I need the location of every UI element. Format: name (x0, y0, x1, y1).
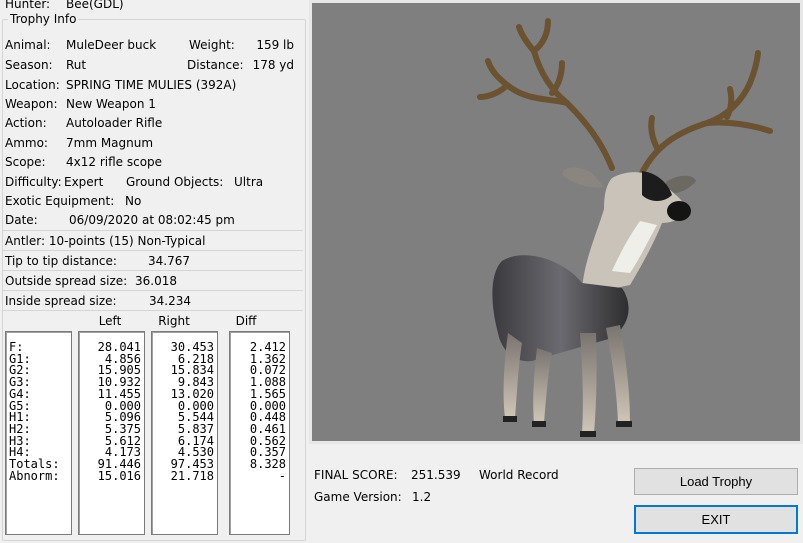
measurement-label: Abnorm: (9, 468, 60, 483)
left-column-header: Left (98, 314, 122, 328)
inside-spread-label: Inside spread size: (5, 294, 117, 308)
divider (3, 290, 303, 291)
season-value: Rut (66, 58, 87, 72)
right-column-header: Right (158, 314, 190, 328)
location-value: SPRING TIME MULIES (392A) (66, 78, 237, 92)
antler-points: Antler: 10-points (15) Non-Typical (5, 234, 206, 248)
ammo-label: Ammo: (5, 136, 48, 150)
trophy-info-title: Trophy Info (8, 12, 79, 26)
record-status: World Record (479, 468, 559, 482)
scope-value: 4x12 rifle scope (66, 155, 163, 169)
tip-to-tip-value: 34.767 (148, 254, 190, 268)
weight-value: 159 lb (256, 38, 294, 52)
action-label: Action: (5, 116, 47, 130)
season-label: Season: (5, 58, 53, 72)
scope-label: Scope: (5, 155, 46, 169)
divider (3, 250, 303, 251)
outside-spread-label: Outside spread size: (5, 274, 128, 288)
final-score-value: 251.539 (411, 468, 461, 482)
inside-spread-value: 34.234 (149, 294, 191, 308)
diff-column-header: Diff (235, 314, 257, 328)
location-label: Location: (5, 78, 60, 92)
ground-objects-label: Ground Objects: (126, 175, 224, 189)
left-value: 15.016 (97, 468, 141, 483)
difficulty-label: Difficulty: (5, 175, 62, 189)
hunter-label: Hunter: (5, 0, 51, 11)
exotic-value: No (125, 194, 142, 208)
measurement-labels-box: F: G1: G2: G3: G4: G5: H1: H2: H3: H4: T… (5, 331, 72, 535)
exotic-label: Exotic Equipment: (5, 194, 115, 208)
hunter-value: Bee(GDL) (66, 0, 124, 11)
divider (3, 270, 303, 271)
animal-label: Animal: (5, 38, 51, 52)
exit-button[interactable]: EXIT (634, 505, 798, 534)
load-trophy-button[interactable]: Load Trophy (634, 468, 798, 495)
weapon-value: New Weapon 1 (66, 97, 156, 111)
date-value: 06/09/2020 at 08:02:45 pm (69, 213, 235, 227)
right-value: 21.718 (170, 468, 214, 483)
ground-objects-value: Ultra (234, 175, 264, 189)
diff-value: - (278, 468, 286, 483)
left-values-box: 28.041 4.856 15.905 10.932 11.455 0.000 … (78, 331, 145, 535)
divider (3, 230, 303, 231)
outside-spread-value: 36.018 (135, 274, 177, 288)
final-score-label: FINAL SCORE: (314, 468, 398, 482)
game-version-label: Game Version: (314, 490, 402, 504)
animal-value: MuleDeer buck (66, 38, 157, 52)
right-values-box: 30.453 6.218 15.834 9.843 13.020 0.000 5… (151, 331, 218, 535)
diff-value: 8.328 (249, 457, 286, 472)
diff-values-box: 2.412 1.362 0.072 1.088 1.565 0.000 0.44… (229, 331, 290, 535)
distance-label: Distance: (187, 58, 244, 72)
distance-value: 178 yd (252, 58, 294, 72)
game-version-value: 1.2 (412, 490, 432, 504)
difficulty-value: Expert (64, 175, 104, 189)
ammo-value: 7mm Magnum (66, 136, 154, 150)
weight-label: Weight: (189, 38, 235, 52)
weapon-label: Weapon: (5, 97, 58, 111)
date-label: Date: (5, 213, 38, 227)
trophy-3d-viewer[interactable] (309, 0, 803, 444)
action-value: Autoloader Rifle (66, 116, 163, 130)
tip-to-tip-label: Tip to tip distance: (5, 254, 117, 268)
mule-deer-model (477, 18, 773, 437)
divider (3, 310, 303, 311)
